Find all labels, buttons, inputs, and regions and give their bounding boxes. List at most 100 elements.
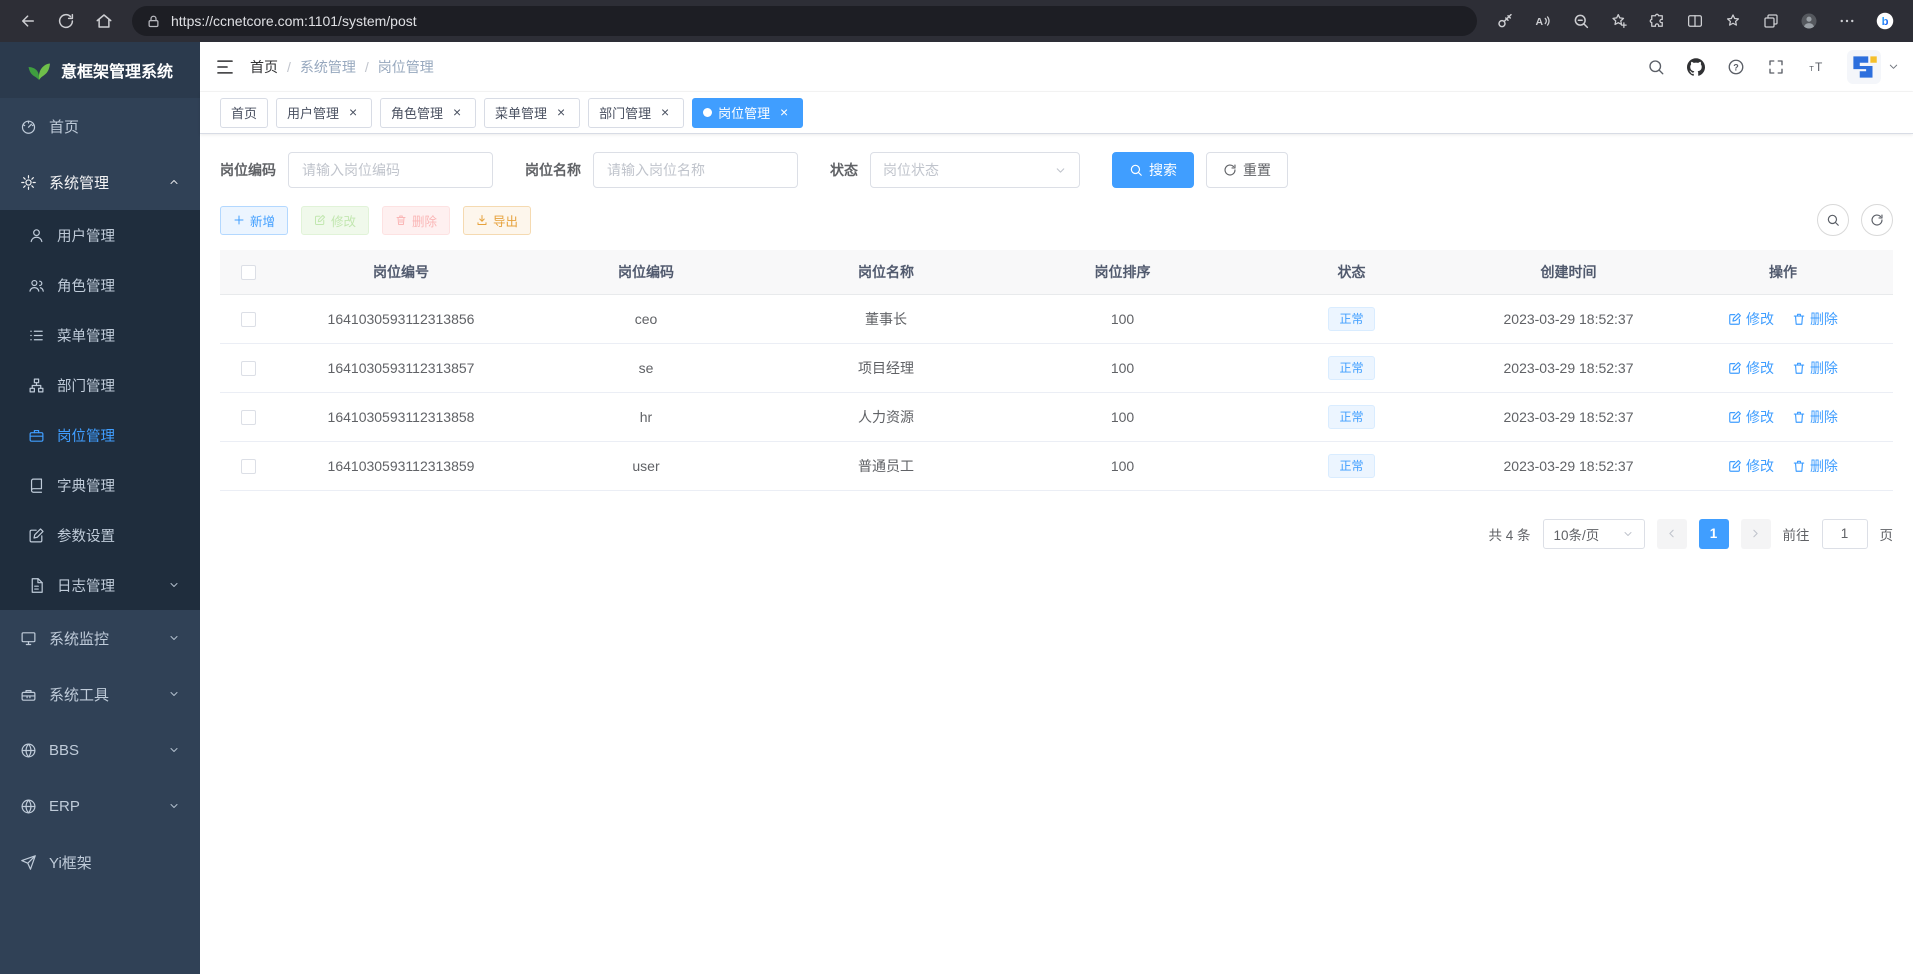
row-checkbox[interactable] — [241, 361, 256, 376]
address-bar[interactable]: https://ccnetcore.com:1101/system/post — [132, 6, 1477, 36]
favorites-icon[interactable] — [1715, 4, 1751, 38]
caret-down-icon — [1888, 61, 1899, 72]
row-delete-button[interactable]: 删除 — [1792, 456, 1838, 476]
next-page-button[interactable] — [1741, 519, 1771, 549]
fullscreen-button[interactable] — [1757, 47, 1795, 87]
tab-close-icon[interactable]: × — [449, 105, 465, 121]
row-edit-button[interactable]: 修改 — [1728, 456, 1774, 476]
sidebar-toggle-button[interactable] — [200, 42, 250, 92]
active-tab-dot — [703, 108, 712, 117]
breadcrumb-home[interactable]: 首页 — [250, 57, 278, 77]
sidebar-item-system-monitor[interactable]: 系统监控 — [0, 610, 200, 666]
zoom-out-icon[interactable] — [1563, 4, 1599, 38]
header-search-button[interactable] — [1637, 47, 1675, 87]
row-delete-label: 删除 — [1810, 309, 1838, 329]
row-delete-label: 删除 — [1810, 358, 1838, 378]
sidebar-item-param-settings[interactable]: 参数设置 — [0, 510, 200, 560]
cell-post-id: 1641030593112313856 — [276, 294, 526, 343]
extensions-icon[interactable] — [1639, 4, 1675, 38]
status-badge: 正常 — [1328, 307, 1374, 331]
refresh-table-button[interactable] — [1861, 204, 1893, 236]
cell-post-code: se — [526, 343, 766, 392]
cell-post-id: 1641030593112313857 — [276, 343, 526, 392]
password-key-icon[interactable] — [1487, 4, 1523, 38]
post-code-field-group: 岗位编码 — [220, 152, 493, 188]
tab-menu-mgmt[interactable]: 菜单管理 × — [484, 98, 580, 128]
tab-role-mgmt[interactable]: 角色管理 × — [380, 98, 476, 128]
page-number-button[interactable]: 1 — [1699, 519, 1729, 549]
ellipsis-icon — [1838, 12, 1856, 30]
bing-copilot-icon[interactable]: b — [1867, 4, 1903, 38]
sidebar-item-user-mgmt[interactable]: 用户管理 — [0, 210, 200, 260]
tab-close-icon[interactable]: × — [553, 105, 569, 121]
edit-icon — [1728, 361, 1742, 375]
tab-dept-mgmt[interactable]: 部门管理 × — [588, 98, 684, 128]
edit-button[interactable]: 修改 — [301, 206, 369, 235]
toggle-search-button[interactable] — [1817, 204, 1849, 236]
help-button[interactable]: ? — [1717, 47, 1755, 87]
status-badge: 正常 — [1328, 405, 1374, 429]
post-code-input[interactable] — [288, 152, 493, 188]
row-delete-button[interactable]: 删除 — [1792, 358, 1838, 378]
add-favorite-icon[interactable] — [1601, 4, 1637, 38]
collections-icon[interactable] — [1753, 4, 1789, 38]
sidebar-item-erp[interactable]: ERP — [0, 778, 200, 834]
row-edit-button[interactable]: 修改 — [1728, 309, 1774, 329]
row-checkbox[interactable] — [241, 459, 256, 474]
split-screen-icon[interactable] — [1677, 4, 1713, 38]
browser-profile-avatar[interactable] — [1791, 4, 1827, 38]
cell-created-time: 2023-03-29 18:52:37 — [1464, 392, 1673, 441]
tab-post-mgmt[interactable]: 岗位管理 × — [692, 98, 803, 128]
sidebar-item-system-tools[interactable]: 系统工具 — [0, 666, 200, 722]
row-delete-button[interactable]: 删除 — [1792, 309, 1838, 329]
sidebar-item-home[interactable]: 首页 — [0, 98, 200, 154]
browser-back-button[interactable] — [10, 4, 46, 38]
post-name-input[interactable] — [593, 152, 798, 188]
row-edit-button[interactable]: 修改 — [1728, 358, 1774, 378]
tab-close-icon[interactable]: × — [776, 105, 792, 121]
sidebar-item-bbs[interactable]: BBS — [0, 722, 200, 778]
sidebar-item-dict-mgmt[interactable]: 字典管理 — [0, 460, 200, 510]
col-post-id: 岗位编号 — [276, 250, 526, 294]
read-aloud-icon[interactable]: A — [1525, 4, 1561, 38]
row-edit-button[interactable]: 修改 — [1728, 407, 1774, 427]
browser-refresh-button[interactable] — [48, 4, 84, 38]
reset-button[interactable]: 重置 — [1206, 152, 1288, 188]
delete-button[interactable]: 删除 — [382, 206, 450, 235]
sidebar-item-log-mgmt[interactable]: 日志管理 — [0, 560, 200, 610]
sidebar-item-menu-mgmt[interactable]: 菜单管理 — [0, 310, 200, 360]
sidebar-item-system-mgmt[interactable]: 系统管理 — [0, 154, 200, 210]
sidebar-item-post-mgmt[interactable]: 岗位管理 — [0, 410, 200, 460]
goto-page-input[interactable] — [1822, 519, 1868, 549]
user-menu[interactable] — [1847, 50, 1899, 84]
breadcrumb-system-mgmt[interactable]: 系统管理 — [300, 57, 356, 77]
col-post-code: 岗位编码 — [526, 250, 766, 294]
breadcrumb: 首页 / 系统管理 / 岗位管理 — [250, 57, 434, 77]
export-button[interactable]: 导出 — [463, 206, 531, 235]
row-delete-button[interactable]: 删除 — [1792, 407, 1838, 427]
row-checkbox[interactable] — [241, 410, 256, 425]
sidebar-item-role-mgmt[interactable]: 角色管理 — [0, 260, 200, 310]
add-button[interactable]: 新增 — [220, 206, 288, 235]
tab-close-icon[interactable]: × — [657, 105, 673, 121]
select-all-checkbox[interactable] — [241, 265, 256, 280]
tab-home[interactable]: 首页 — [220, 98, 268, 128]
page-size-select[interactable]: 10条/页 — [1543, 519, 1645, 549]
browser-home-button[interactable] — [86, 4, 122, 38]
logo-leaf-icon — [27, 58, 51, 82]
tab-close-icon[interactable]: × — [345, 105, 361, 121]
app-logo[interactable]: 意框架管理系统 — [0, 42, 200, 98]
browser-menu-icon[interactable] — [1829, 4, 1865, 38]
row-checkbox[interactable] — [241, 312, 256, 327]
post-name-label: 岗位名称 — [525, 160, 581, 180]
sidebar-item-dept-mgmt[interactable]: 部门管理 — [0, 360, 200, 410]
search-button[interactable]: 搜索 — [1112, 152, 1194, 188]
chevron-right-icon — [1749, 527, 1762, 540]
tab-user-mgmt[interactable]: 用户管理 × — [276, 98, 372, 128]
sidebar-item-yi-framework[interactable]: Yi框架 — [0, 834, 200, 890]
menu-label: 菜单管理 — [57, 325, 115, 346]
github-link-button[interactable] — [1677, 47, 1715, 87]
status-select[interactable]: 岗位状态 — [870, 152, 1080, 188]
prev-page-button[interactable] — [1657, 519, 1687, 549]
font-size-button[interactable]: TT — [1797, 47, 1835, 87]
